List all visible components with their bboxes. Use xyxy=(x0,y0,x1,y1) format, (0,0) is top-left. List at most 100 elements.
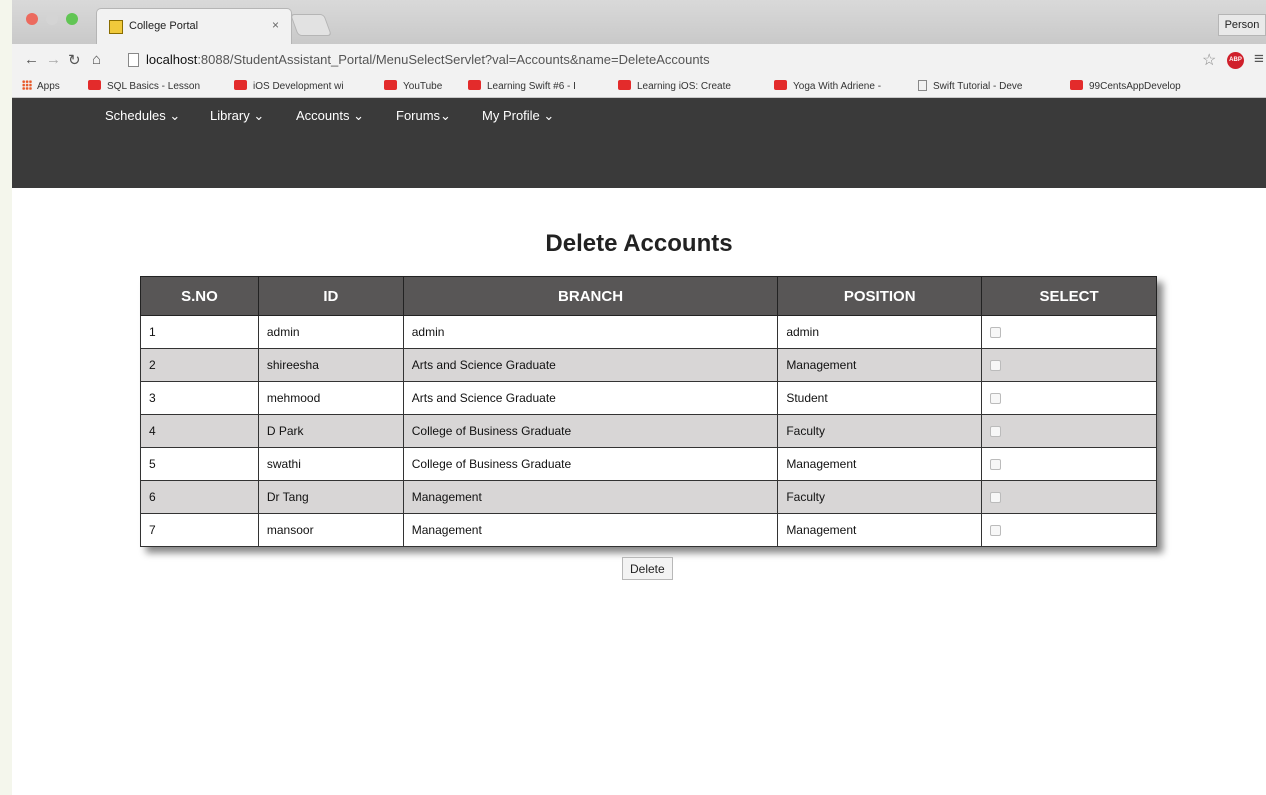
address-bar[interactable]: localhost:8088/StudentAssistant_Portal/M… xyxy=(116,49,1196,71)
youtube-icon xyxy=(384,80,397,90)
select-checkbox[interactable] xyxy=(990,327,1002,339)
cell-sno: 6 xyxy=(140,480,259,514)
cell-position: Faculty xyxy=(777,480,983,514)
tab-title: College Portal xyxy=(129,20,199,32)
select-checkbox[interactable] xyxy=(990,492,1002,504)
cell-branch: College of Business Graduate xyxy=(402,414,779,448)
cell-select xyxy=(981,480,1157,514)
select-checkbox[interactable] xyxy=(990,426,1002,438)
menu-icon[interactable]: ≡ xyxy=(1254,49,1264,69)
maximize-window-button[interactable] xyxy=(66,13,78,25)
document-icon xyxy=(918,80,927,91)
cell-id: swathi xyxy=(257,447,404,481)
browser-toolbar: ← → ↻ ⌂ localhost:8088/StudentAssistant_… xyxy=(12,44,1266,76)
bookmark-star-icon[interactable]: ☆ xyxy=(1202,50,1216,70)
profile-button[interactable]: Person xyxy=(1218,14,1266,36)
table-row: 5 swathi College of Business Graduate Ma… xyxy=(140,447,1157,481)
select-checkbox[interactable] xyxy=(990,360,1002,372)
cell-select xyxy=(981,381,1157,415)
bookmarks-bar: Apps SQL Basics - Lesson iOS Development… xyxy=(12,76,1266,98)
reload-icon[interactable]: ↻ xyxy=(68,51,81,69)
table-header-row: S.NO ID BRANCH POSITION SELECT xyxy=(140,276,1157,316)
cell-position: Student xyxy=(777,381,983,415)
select-checkbox[interactable] xyxy=(990,525,1002,537)
favicon-icon xyxy=(109,20,123,34)
table-row: 2 shireesha Arts and Science Graduate Ma… xyxy=(140,348,1157,382)
cell-select xyxy=(981,414,1157,448)
nav-my-profile[interactable]: My Profile ⌄ xyxy=(482,108,554,124)
select-checkbox[interactable] xyxy=(990,459,1002,471)
select-checkbox[interactable] xyxy=(990,393,1002,405)
header-position: POSITION xyxy=(777,276,983,316)
header-id: ID xyxy=(257,276,404,316)
cell-branch: Arts and Science Graduate xyxy=(402,381,779,415)
browser-window: College Portal × Person ← → ↻ ⌂ localhos… xyxy=(12,0,1266,795)
cell-position: admin xyxy=(777,315,983,349)
table-row: 3 mehmood Arts and Science Graduate Stud… xyxy=(140,381,1157,415)
header-select: SELECT xyxy=(981,276,1157,316)
header-branch: BRANCH xyxy=(402,276,779,316)
nav-accounts[interactable]: Accounts ⌄ xyxy=(296,108,364,124)
cell-sno: 3 xyxy=(140,381,259,415)
cell-position: Management xyxy=(777,513,983,547)
forward-arrow-icon[interactable]: → xyxy=(46,51,61,68)
table-row: 4 D Park College of Business Graduate Fa… xyxy=(140,414,1157,448)
cell-sno: 7 xyxy=(140,513,259,547)
cell-branch: admin xyxy=(402,315,779,349)
page-title: Delete Accounts xyxy=(545,230,733,257)
cell-sno: 5 xyxy=(140,447,259,481)
cell-id: shireesha xyxy=(257,348,404,382)
tab-bar: College Portal × Person xyxy=(12,0,1266,44)
bookmark-99cents[interactable]: 99CentsAppDevelop xyxy=(1070,80,1220,92)
delete-button[interactable]: Delete xyxy=(622,557,673,580)
cell-id: admin xyxy=(257,315,404,349)
cell-branch: Management xyxy=(402,513,779,547)
site-header: Schedules ⌄ Library ⌄ Accounts ⌄ Forums⌄… xyxy=(12,98,1266,188)
youtube-icon xyxy=(88,80,101,90)
youtube-icon xyxy=(774,80,787,90)
bookmark-learning-ios[interactable]: Learning iOS: Create xyxy=(618,80,770,92)
cell-id: mehmood xyxy=(257,381,404,415)
youtube-icon xyxy=(234,80,247,90)
home-icon[interactable]: ⌂ xyxy=(92,51,101,68)
cell-select xyxy=(981,513,1157,547)
bookmark-youtube[interactable]: YouTube xyxy=(384,80,464,92)
bookmark-swift-tutorial[interactable]: Swift Tutorial - Deve xyxy=(918,80,1063,92)
cell-position: Management xyxy=(777,447,983,481)
close-window-button[interactable] xyxy=(26,13,38,25)
nav-library[interactable]: Library ⌄ xyxy=(210,108,264,124)
bookmark-sql-basics[interactable]: SQL Basics - Lesson xyxy=(88,80,230,92)
cell-branch: Arts and Science Graduate xyxy=(402,348,779,382)
bookmark-ios-development[interactable]: iOS Development wi xyxy=(234,80,376,92)
cell-position: Faculty xyxy=(777,414,983,448)
minimize-window-button[interactable] xyxy=(46,13,58,25)
new-tab-button[interactable] xyxy=(289,14,333,36)
cell-select xyxy=(981,315,1157,349)
url-text[interactable]: localhost:8088/StudentAssistant_Portal/M… xyxy=(146,52,710,67)
adblock-icon[interactable]: ABP xyxy=(1227,52,1244,69)
youtube-icon xyxy=(618,80,631,90)
page-icon xyxy=(128,53,139,67)
nav-forums[interactable]: Forums⌄ xyxy=(396,108,451,124)
tab-close-icon[interactable]: × xyxy=(272,18,279,32)
back-arrow-icon[interactable]: ← xyxy=(24,51,39,68)
apps-grid-icon xyxy=(22,80,32,90)
cell-id: D Park xyxy=(257,414,404,448)
nav-schedules[interactable]: Schedules ⌄ xyxy=(105,108,180,124)
table-row: 1 admin admin admin xyxy=(140,315,1157,349)
cell-sno: 2 xyxy=(140,348,259,382)
browser-tab[interactable]: College Portal × xyxy=(96,8,292,44)
youtube-icon xyxy=(1070,80,1083,90)
accounts-table: S.NO ID BRANCH POSITION SELECT 1 admin a… xyxy=(140,276,1157,547)
table-row: 7 mansoor Management Management xyxy=(140,513,1157,547)
cell-branch: Management xyxy=(402,480,779,514)
cell-position: Management xyxy=(777,348,983,382)
cell-id: Dr Tang xyxy=(257,480,404,514)
table-row: 6 Dr Tang Management Faculty xyxy=(140,480,1157,514)
bookmark-apps[interactable]: Apps xyxy=(22,80,82,92)
bookmark-yoga[interactable]: Yoga With Adriene - xyxy=(774,80,914,92)
cell-branch: College of Business Graduate xyxy=(402,447,779,481)
cell-id: mansoor xyxy=(257,513,404,547)
bookmark-learning-swift[interactable]: Learning Swift #6 - I xyxy=(468,80,610,92)
cell-select xyxy=(981,348,1157,382)
